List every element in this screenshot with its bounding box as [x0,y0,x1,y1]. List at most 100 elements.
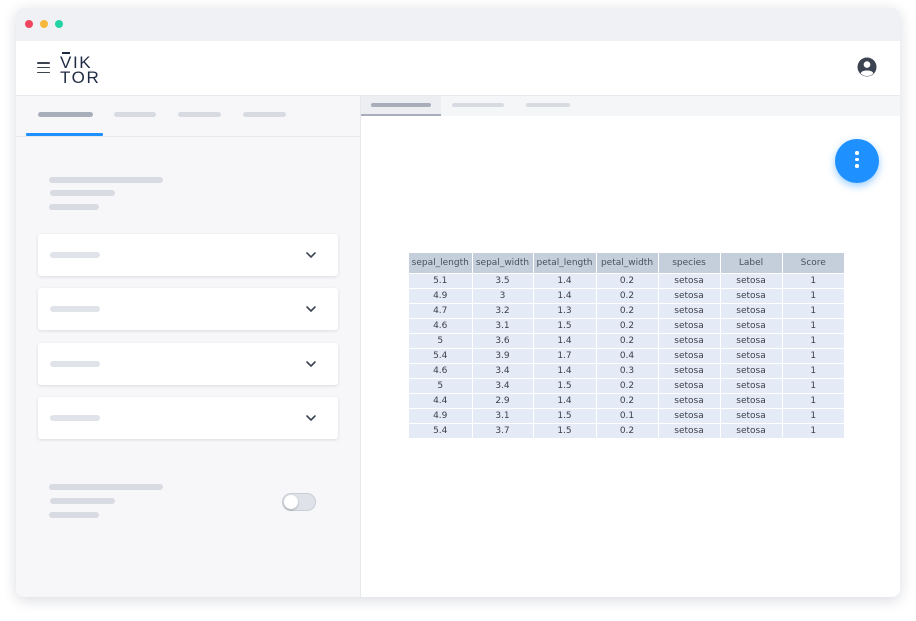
table-cell: 3 [472,288,534,304]
table-row: 5.4 3.7 1.5 0.2 setosa setosa 1 [409,423,844,438]
table-cell: 0.3 [596,363,659,379]
view-panel: sepal_length sepal_width petal_length petal… [361,96,900,597]
table-cell: 4.9 [409,408,473,424]
close-window-button[interactable] [25,20,33,28]
table-cell: 2.9 [472,393,534,409]
table-cell: setosa [658,303,721,319]
table-cell: 0.2 [596,333,659,349]
table-cell: 1 [782,378,844,394]
tab-3[interactable] [178,112,221,117]
view-tab-3[interactable] [526,103,570,107]
table-cell: 3.5 [472,273,534,289]
column-header[interactable]: petal_width [596,253,659,274]
table-cell: 1 [782,423,844,438]
table-cell: 3.4 [472,363,534,379]
column-header[interactable]: sepal_width [472,253,534,274]
table-cell: 3.1 [472,318,534,334]
column-header[interactable]: sepal_length [409,253,473,274]
table-cell: 3.1 [472,408,534,424]
view-tabs [361,96,900,116]
text-placeholder [49,512,99,518]
user-circle-icon[interactable] [857,57,877,77]
accordion-section-3[interactable] [38,343,338,385]
table-cell: 5.4 [409,348,473,364]
minimize-window-button[interactable] [40,20,48,28]
more-vertical-icon-dot [855,157,859,161]
table-cell: 4.7 [409,303,473,319]
table-cell: setosa [720,423,783,438]
tab-4[interactable] [243,112,286,117]
table-cell: setosa [720,318,783,334]
table-cell: 1 [782,303,844,319]
table-cell: 4.6 [409,318,473,334]
view-tab-2[interactable] [452,103,504,107]
table-cell: 0.1 [596,408,659,424]
table-cell: 1.4 [533,273,597,289]
table-cell: 5.1 [409,273,473,289]
table-cell: 1.4 [533,363,597,379]
toggle-switch[interactable] [282,493,316,511]
text-placeholder [49,484,163,490]
table-row: 5.1 3.5 1.4 0.2 setosa setosa 1 [409,273,844,289]
table-row: 5 3.6 1.4 0.2 setosa setosa 1 [409,333,844,349]
table-cell: 3.6 [472,333,534,349]
table-cell: 5 [409,333,473,349]
active-tab-indicator [26,133,103,136]
table-cell: 0.4 [596,348,659,364]
table-cell: 3.2 [472,303,534,319]
tab-1[interactable] [38,112,93,117]
chevron-down-icon [306,415,316,421]
table-cell: 0.2 [596,288,659,304]
chevron-down-icon [306,252,316,258]
parameter-tabs [16,96,360,137]
title-bar [16,8,900,41]
table-cell: 1.4 [533,288,597,304]
accordion-label-placeholder [50,252,100,258]
table-cell: 1 [782,273,844,289]
table-row: 4.6 3.4 1.4 0.3 setosa setosa 1 [409,363,844,379]
tab-2[interactable] [114,112,156,117]
table-row: 5.4 3.9 1.7 0.4 setosa setosa 1 [409,348,844,364]
table-cell: setosa [720,303,783,319]
table-cell: 1 [782,333,844,349]
table-cell: 4.9 [409,288,473,304]
hamburger-icon[interactable] [37,62,50,74]
table-row: 4.7 3.2 1.3 0.2 setosa setosa 1 [409,303,844,319]
accordion-section-4[interactable] [38,397,338,439]
accordion-section-2[interactable] [38,288,338,330]
more-options-button[interactable] [835,139,879,183]
column-header[interactable]: Label [720,253,783,274]
table-cell: setosa [658,378,721,394]
table-cell: 0.2 [596,303,659,319]
accordion-section-1[interactable] [38,234,338,276]
table-cell: 0.2 [596,393,659,409]
table-cell: setosa [720,408,783,424]
table-cell: 3.4 [472,378,534,394]
app-window: VIK TOR sepal_length sepal_width petal_l… [16,8,900,597]
accordion-label-placeholder [50,306,100,312]
view-tab-1-label [371,103,431,107]
maximize-window-button[interactable] [55,20,63,28]
table-cell: 3.9 [472,348,534,364]
column-header[interactable]: petal_length [533,253,597,274]
table-cell: setosa [720,288,783,304]
table-cell: 5.4 [409,423,473,438]
table-header-row: sepal_length sepal_width petal_length petal… [409,253,844,274]
table-row: 4.6 3.1 1.5 0.2 setosa setosa 1 [409,318,844,334]
table-cell: 0.2 [596,378,659,394]
viktor-logo[interactable]: VIK TOR [60,52,102,86]
data-table: sepal_length sepal_width petal_length petal… [409,253,844,438]
table-cell: setosa [720,273,783,289]
table-cell: setosa [658,408,721,424]
table-cell: 1 [782,348,844,364]
column-header[interactable]: Score [782,253,844,274]
table-cell: setosa [720,393,783,409]
table-cell: 4.4 [409,393,473,409]
table-cell: setosa [658,318,721,334]
more-vertical-icon [855,151,859,155]
toggle-knob [284,495,298,509]
table-cell: 0.2 [596,423,659,438]
table-cell: 5 [409,378,473,394]
parameters-panel [16,96,361,597]
column-header[interactable]: species [658,253,721,274]
